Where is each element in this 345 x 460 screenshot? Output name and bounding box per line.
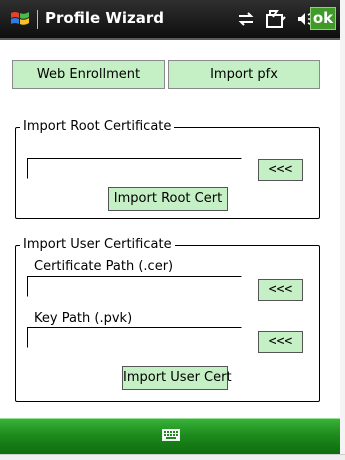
device-right-edge	[340, 0, 345, 459]
key-path-browse-button[interactable]: <<<	[258, 331, 303, 353]
group-title-root: Import Root Certificate	[20, 119, 175, 135]
windows-start-icon[interactable]	[9, 9, 31, 29]
web-enrollment-button[interactable]: Web Enrollment	[12, 60, 165, 89]
certificate-path-input[interactable]	[27, 276, 242, 297]
import-pfx-button[interactable]: Import pfx	[168, 60, 320, 89]
import-root-cert-button[interactable]: Import Root Cert	[108, 187, 228, 211]
certificate-path-browse-button[interactable]: <<<	[258, 279, 303, 301]
battery-icon[interactable]	[265, 9, 287, 29]
group-title-user: Import User Certificate	[20, 237, 175, 253]
root-cert-browse-button[interactable]: <<<	[258, 159, 303, 181]
title-bar: Profile Wizard ok	[0, 0, 340, 40]
window-title: Profile Wizard	[45, 9, 165, 27]
certificate-path-label: Certificate Path (.cer)	[34, 259, 174, 274]
ok-button[interactable]: ok	[310, 7, 336, 30]
key-path-input[interactable]	[27, 327, 242, 348]
import-user-cert-button[interactable]: Import User Cert	[122, 366, 232, 390]
key-path-label: Key Path (.pvk)	[34, 311, 133, 326]
root-cert-path-input[interactable]	[27, 158, 242, 179]
menu-bar	[0, 418, 340, 454]
device-screen: Profile Wizard ok Web Enrollment Import …	[0, 0, 340, 454]
connectivity-icon[interactable]	[236, 11, 256, 27]
title-separator	[37, 10, 38, 29]
device-bottom-edge	[0, 454, 345, 460]
keyboard-icon[interactable]	[162, 429, 180, 441]
status-icons	[236, 8, 316, 30]
